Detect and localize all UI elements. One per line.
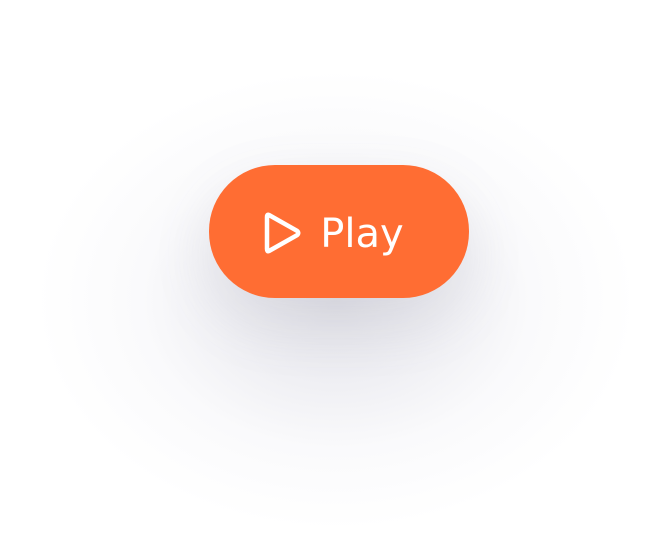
play-icon [262, 210, 302, 256]
play-button[interactable]: Play [209, 165, 469, 298]
canvas-background: Play [0, 0, 672, 545]
play-label: Play [320, 210, 404, 257]
